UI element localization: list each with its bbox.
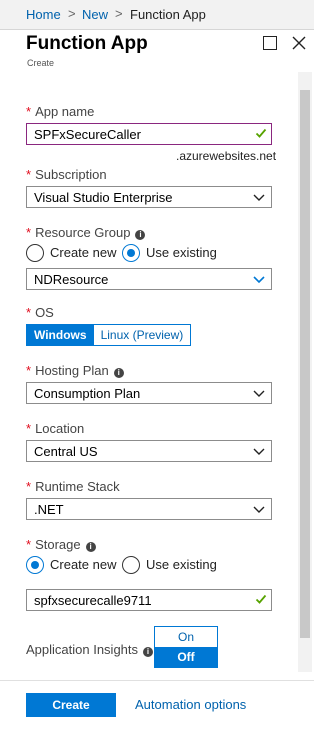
- required-marker: *: [26, 537, 32, 552]
- create-button[interactable]: Create: [26, 693, 116, 717]
- app-insights-toggle: On Off: [154, 626, 218, 668]
- radio-use-existing[interactable]: [122, 244, 140, 262]
- chevron-down-icon: [253, 276, 265, 284]
- subscription-value: Visual Studio Enterprise: [34, 190, 173, 205]
- checkmark-icon: [255, 594, 267, 604]
- resource-group-label: * Resource Group i: [26, 225, 146, 240]
- maximize-icon[interactable]: [263, 36, 277, 50]
- required-marker: *: [26, 225, 32, 240]
- runtime-stack-select[interactable]: .NET: [26, 498, 272, 520]
- runtime-stack-label: * Runtime Stack: [26, 479, 120, 494]
- breadcrumb-home[interactable]: Home: [26, 7, 61, 22]
- radio-use-existing[interactable]: [122, 556, 140, 574]
- storage-value: spfxsecurecalle9711: [34, 593, 152, 608]
- breadcrumb-separator: >: [115, 6, 123, 21]
- radio-use-existing-label[interactable]: Use existing: [146, 245, 217, 260]
- hosting-plan-label: * Hosting Plan i: [26, 363, 124, 378]
- app-name-label: * App name: [26, 104, 95, 119]
- footer-divider: [0, 680, 314, 681]
- radio-use-existing-label[interactable]: Use existing: [146, 557, 217, 572]
- os-option-linux[interactable]: Linux (Preview): [93, 325, 191, 345]
- radio-create-new[interactable]: [26, 556, 44, 574]
- blade-subtitle: Create: [27, 58, 55, 68]
- close-icon[interactable]: [292, 36, 306, 50]
- resource-group-select[interactable]: NDResource: [26, 268, 272, 290]
- hosting-plan-select[interactable]: Consumption Plan: [26, 382, 272, 404]
- breadcrumb-current: Function App: [130, 7, 206, 22]
- domain-suffix: .azurewebsites.net: [176, 149, 277, 163]
- chevron-down-icon: [253, 506, 265, 513]
- subscription-select[interactable]: Visual Studio Enterprise: [26, 186, 272, 208]
- scrollbar-thumb[interactable]: [300, 90, 310, 638]
- breadcrumb-separator: >: [68, 6, 76, 21]
- radio-create-new-label[interactable]: Create new: [50, 245, 116, 260]
- info-icon[interactable]: i: [85, 542, 96, 552]
- os-label: * OS: [26, 305, 54, 320]
- storage-label: * Storage i: [26, 537, 96, 552]
- checkmark-icon: [255, 128, 267, 138]
- runtime-stack-value: .NET: [34, 502, 64, 517]
- info-icon[interactable]: i: [135, 230, 146, 240]
- radio-create-new[interactable]: [26, 244, 44, 262]
- blade-title: Function App: [26, 33, 148, 54]
- required-marker: *: [26, 421, 32, 436]
- hosting-plan-value: Consumption Plan: [34, 386, 141, 401]
- required-marker: *: [26, 479, 32, 494]
- app-insights-label: Application Insights i: [26, 642, 154, 657]
- app-insights-on[interactable]: On: [155, 627, 217, 647]
- chevron-down-icon: [253, 194, 265, 201]
- app-name-input[interactable]: SPFxSecureCaller: [26, 123, 272, 145]
- location-label: * Location: [26, 421, 85, 436]
- chevron-down-icon: [253, 448, 265, 455]
- location-value: Central US: [34, 444, 98, 459]
- storage-input[interactable]: spfxsecurecalle9711: [26, 589, 272, 611]
- subscription-label: * Subscription: [26, 167, 107, 182]
- info-icon[interactable]: i: [143, 647, 154, 657]
- breadcrumb: Home > New > Function App: [0, 0, 314, 30]
- automation-options-link[interactable]: Automation options: [135, 697, 246, 712]
- radio-create-new-label[interactable]: Create new: [50, 557, 116, 572]
- os-selector: Windows Linux (Preview): [26, 324, 192, 346]
- required-marker: *: [26, 363, 32, 378]
- info-icon[interactable]: i: [113, 368, 124, 378]
- location-select[interactable]: Central US: [26, 440, 272, 462]
- chevron-down-icon: [253, 390, 265, 397]
- resource-group-value: NDResource: [34, 272, 109, 287]
- app-insights-off[interactable]: Off: [155, 647, 217, 667]
- required-marker: *: [26, 104, 32, 119]
- required-marker: *: [26, 167, 32, 182]
- os-option-windows[interactable]: Windows: [27, 325, 94, 345]
- breadcrumb-new[interactable]: New: [82, 7, 108, 22]
- required-marker: *: [26, 305, 32, 320]
- app-name-value: SPFxSecureCaller: [34, 127, 141, 142]
